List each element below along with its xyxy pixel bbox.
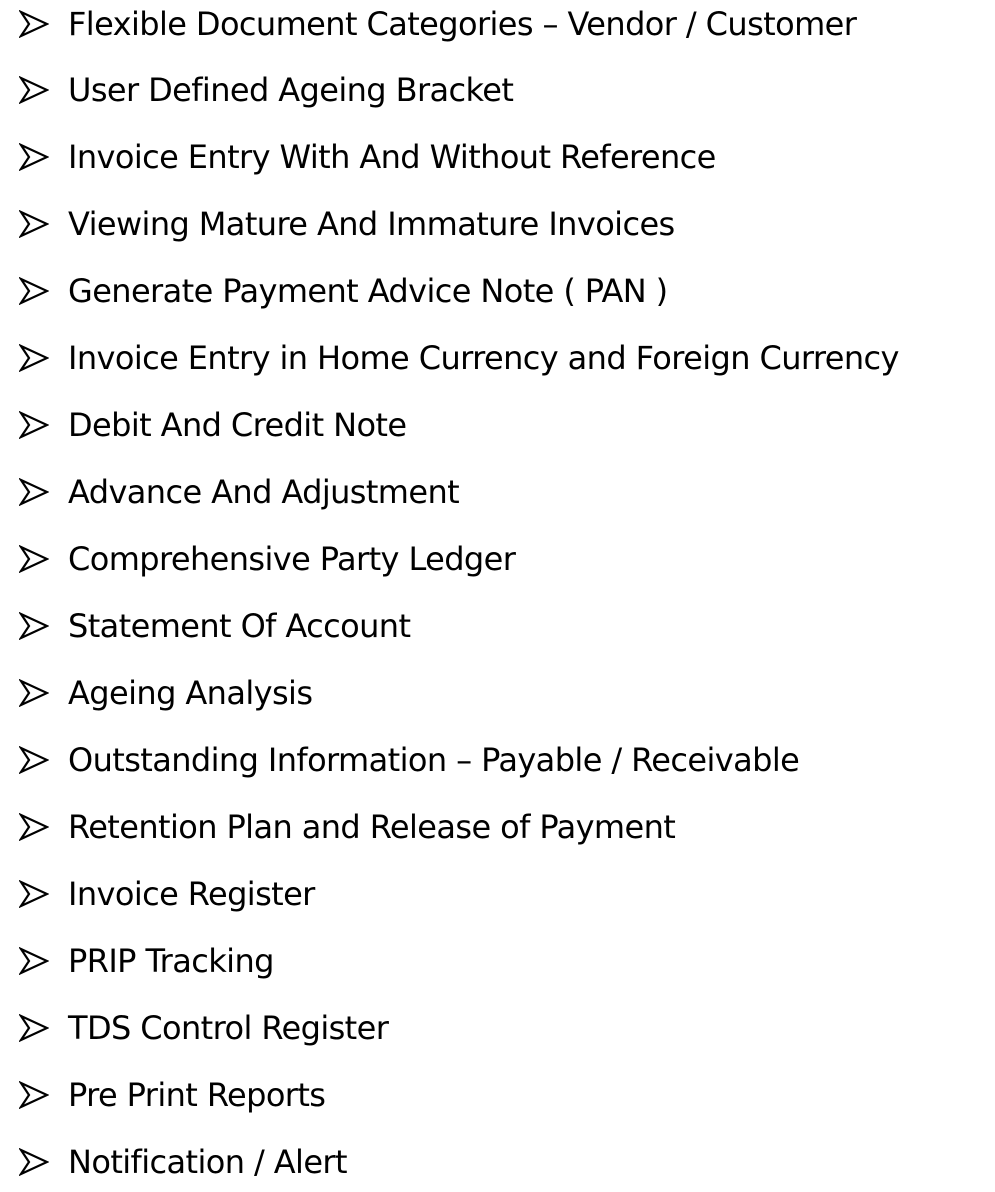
arrowhead-bullet-icon	[19, 947, 49, 975]
list-item: Statement Of Account	[0, 596, 995, 656]
arrowhead-bullet-icon	[19, 679, 49, 707]
arrowhead-bullet-icon	[19, 813, 49, 841]
list-item: Invoice Entry in Home Currency and Forei…	[0, 328, 995, 388]
feature-label: Notification / Alert	[68, 1143, 348, 1181]
arrowhead-bullet-icon	[19, 1081, 49, 1109]
feature-label: Statement Of Account	[68, 607, 411, 645]
list-item: PRIP Tracking	[0, 931, 995, 991]
arrowhead-bullet-icon	[19, 10, 49, 38]
feature-label: Generate Payment Advice Note ( PAN )	[68, 272, 668, 310]
arrowhead-bullet-icon	[19, 746, 49, 774]
arrowhead-bullet-icon	[19, 880, 49, 908]
list-item: Ageing Analysis	[0, 663, 995, 723]
feature-label: User Defined Ageing Bracket	[68, 71, 514, 109]
feature-label: PRIP Tracking	[68, 942, 274, 980]
arrowhead-bullet-icon	[19, 277, 49, 305]
list-item: Advance And Adjustment	[0, 462, 995, 522]
list-item: Invoice Register	[0, 864, 995, 924]
arrowhead-bullet-icon	[19, 76, 49, 104]
feature-label: Ageing Analysis	[68, 674, 313, 712]
arrowhead-bullet-icon	[19, 545, 49, 573]
feature-label: Outstanding Information – Payable / Rece…	[68, 741, 800, 779]
list-item: Flexible Document Categories – Vendor / …	[0, 0, 995, 54]
arrowhead-bullet-icon	[19, 478, 49, 506]
feature-label: Invoice Entry in Home Currency and Forei…	[68, 339, 899, 377]
arrowhead-bullet-icon	[19, 612, 49, 640]
feature-label: Viewing Mature And Immature Invoices	[68, 205, 675, 243]
arrowhead-bullet-icon	[19, 143, 49, 171]
arrowhead-bullet-icon	[19, 1148, 49, 1176]
list-item: Outstanding Information – Payable / Rece…	[0, 730, 995, 790]
feature-label: Retention Plan and Release of Payment	[68, 808, 676, 846]
list-item: Generate Payment Advice Note ( PAN )	[0, 261, 995, 321]
list-item: Invoice Entry With And Without Reference	[0, 127, 995, 187]
list-item: Pre Print Reports	[0, 1065, 995, 1125]
feature-label: Invoice Entry With And Without Reference	[68, 138, 716, 176]
list-item: Debit And Credit Note	[0, 395, 995, 455]
feature-label: Advance And Adjustment	[68, 473, 460, 511]
arrowhead-bullet-icon	[19, 344, 49, 372]
feature-label: Comprehensive Party Ledger	[68, 540, 516, 578]
list-item: TDS Control Register	[0, 998, 995, 1058]
list-item: Notification / Alert	[0, 1132, 995, 1192]
list-item: User Defined Ageing Bracket	[0, 60, 995, 120]
arrowhead-bullet-icon	[19, 411, 49, 439]
feature-label: Flexible Document Categories – Vendor / …	[68, 5, 857, 43]
list-item: Comprehensive Party Ledger	[0, 529, 995, 589]
list-item: Viewing Mature And Immature Invoices	[0, 194, 995, 254]
feature-label: TDS Control Register	[68, 1009, 389, 1047]
arrowhead-bullet-icon	[19, 210, 49, 238]
feature-label: Debit And Credit Note	[68, 406, 407, 444]
arrowhead-bullet-icon	[19, 1014, 49, 1042]
list-item: Retention Plan and Release of Payment	[0, 797, 995, 857]
feature-label: Invoice Register	[68, 875, 315, 913]
feature-label: Pre Print Reports	[68, 1076, 326, 1114]
